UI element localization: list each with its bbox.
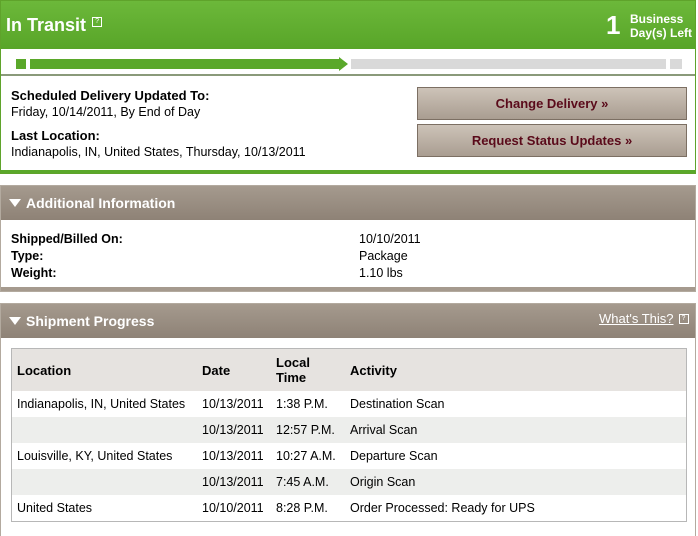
column-header-local-time-line1: Local (276, 355, 310, 370)
days-left-line2: Day(s) Left (630, 26, 693, 40)
divider (1, 74, 695, 76)
cell-location: United States (17, 501, 93, 515)
change-delivery-button[interactable]: Change Delivery » (417, 87, 687, 120)
divider (1, 170, 695, 173)
table-row: 10/13/2011 12:57 P.M. Arrival Scan (12, 417, 686, 443)
type-value: Package (359, 249, 408, 263)
shipment-progress-header[interactable]: Shipment Progress What's This?? (1, 304, 695, 338)
progress-end-block (670, 59, 682, 69)
cell-time: 1:38 P.M. (276, 397, 328, 411)
progress-remaining (351, 59, 666, 69)
cell-date: 10/13/2011 (202, 449, 264, 463)
help-icon[interactable]: ? (678, 314, 689, 324)
cell-activity: Origin Scan (345, 469, 686, 495)
table-row: United States 10/10/2011 8:28 P.M. Order… (12, 495, 686, 521)
days-left-line1: Business (630, 12, 684, 26)
scheduled-delivery-value: Friday, 10/14/2011, By End of Day (11, 105, 201, 119)
help-icon[interactable]: ? (92, 17, 103, 27)
cell-activity: Destination Scan (350, 397, 445, 411)
cell-location: Indianapolis, IN, United States (17, 397, 186, 411)
last-location-label: Last Location: (11, 128, 100, 143)
shipment-progress-table: Location Date Local Time Activity Indian… (11, 348, 687, 522)
cell-location (12, 469, 197, 495)
column-header-date: Date (197, 349, 271, 391)
cell-time: 10:27 A.M. (276, 449, 336, 463)
shipment-progress-panel: Shipment Progress What's This?? Location… (0, 303, 696, 536)
table-header-row: Location Date Local Time Activity (12, 349, 686, 391)
days-left-number: 1 (606, 10, 621, 40)
section-title: Additional Information (26, 195, 176, 211)
last-location-value: Indianapolis, IN, United States, Thursda… (11, 145, 306, 159)
cell-date: 10/13/2011 (197, 417, 271, 443)
additional-information-header[interactable]: Additional Information (1, 186, 695, 220)
cell-time: 7:45 A.M. (271, 469, 345, 495)
cell-location (12, 417, 197, 443)
progress-fill (30, 59, 339, 69)
table-row: Indianapolis, IN, United States 10/13/20… (12, 391, 686, 417)
progress-bar (16, 57, 682, 71)
column-header-local-time: Local Time (271, 349, 345, 391)
column-header-activity: Activity (345, 349, 686, 391)
whats-this-text: What's This? (599, 311, 674, 326)
shipped-billed-label: Shipped/Billed On: (11, 232, 123, 246)
cell-date: 10/13/2011 (197, 469, 271, 495)
column-header-location: Location (12, 349, 197, 391)
cell-location: Louisville, KY, United States (17, 449, 173, 463)
cell-activity: Departure Scan (350, 449, 438, 463)
cell-activity: Arrival Scan (345, 417, 686, 443)
cell-time: 12:57 P.M. (271, 417, 345, 443)
additional-information-panel: Additional Information Shipped/Billed On… (0, 185, 696, 292)
cell-date: 10/10/2011 (202, 501, 264, 515)
divider (1, 287, 695, 291)
weight-label: Weight: (11, 266, 57, 280)
column-header-local-time-line2: Time (276, 370, 307, 385)
status-title: In Transit? (6, 15, 103, 36)
days-left-label: Business Day(s) Left (630, 12, 692, 40)
shipped-billed-value: 10/10/2011 (359, 232, 421, 246)
status-title-text: In Transit (6, 15, 87, 35)
transit-status-panel: In Transit? 1 Business Day(s) Left Sched… (0, 0, 696, 174)
cell-date: 10/13/2011 (202, 397, 264, 411)
cell-time: 8:28 P.M. (276, 501, 328, 515)
table-row: 10/13/2011 7:45 A.M. Origin Scan (12, 469, 686, 495)
request-status-updates-button[interactable]: Request Status Updates » (417, 124, 687, 157)
table-row: Louisville, KY, United States 10/13/2011… (12, 443, 686, 469)
transit-header: In Transit? 1 Business Day(s) Left (1, 1, 695, 49)
whats-this-link[interactable]: What's This?? (599, 311, 689, 326)
collapse-triangle-icon[interactable] (9, 199, 21, 207)
weight-value: 1.10 lbs (359, 266, 403, 280)
type-label: Type: (11, 249, 44, 263)
progress-start-block (16, 59, 26, 69)
scheduled-delivery-label: Scheduled Delivery Updated To: (11, 88, 210, 103)
cell-activity: Order Processed: Ready for UPS (350, 501, 535, 515)
collapse-triangle-icon[interactable] (9, 317, 21, 325)
section-title: Shipment Progress (26, 313, 155, 329)
progress-chevron-icon (339, 57, 348, 71)
